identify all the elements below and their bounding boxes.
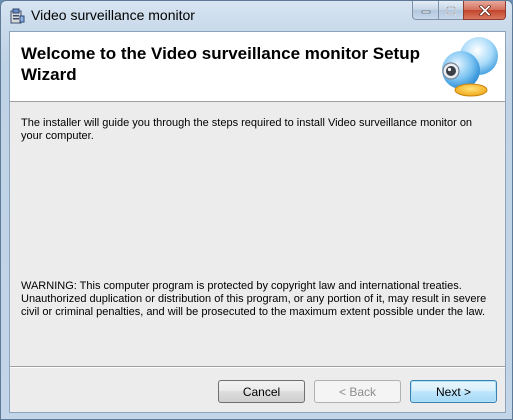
intro-text: The installer will guide you through the…: [21, 117, 473, 142]
webcam-icon: [442, 37, 498, 97]
caption-buttons: [412, 1, 506, 21]
copyright-warning: WARNING: This computer program is protec…: [21, 280, 487, 318]
back-button[interactable]: < Back: [314, 380, 401, 403]
wizard-panel: Welcome to the Video surveillance monito…: [9, 31, 506, 413]
next-button[interactable]: Next >: [410, 380, 497, 403]
title-bar[interactable]: Video surveillance monitor: [1, 1, 512, 31]
divider: [10, 366, 505, 368]
minimize-icon: [421, 10, 430, 14]
maximize-button[interactable]: [438, 1, 463, 20]
close-button[interactable]: [463, 1, 506, 20]
wizard-banner: Welcome to the Video surveillance monito…: [10, 32, 505, 102]
window-title: Video surveillance monitor: [31, 7, 195, 23]
maximize-icon: [446, 5, 456, 15]
close-icon: [478, 4, 491, 16]
minimize-button[interactable]: [412, 1, 438, 20]
page-title: Welcome to the Video surveillance monito…: [21, 44, 420, 84]
cancel-button[interactable]: Cancel: [218, 380, 305, 403]
installer-icon: [10, 8, 25, 24]
installer-window: Video surveillance monitor Welcome to th…: [0, 0, 513, 420]
